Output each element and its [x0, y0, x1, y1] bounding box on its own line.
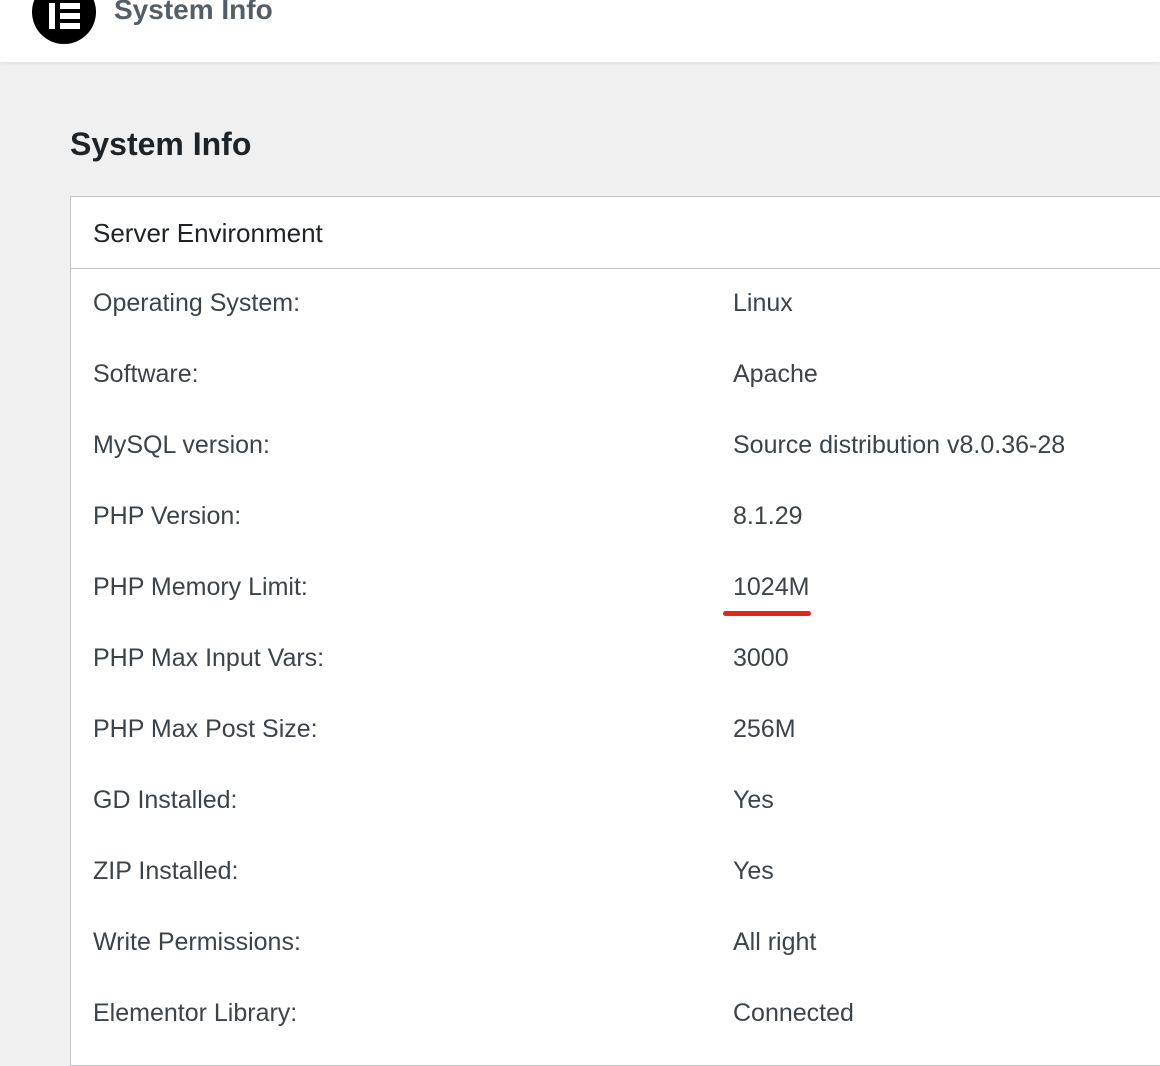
row-value: Yes	[733, 857, 774, 885]
row-value: Connected	[733, 999, 854, 1027]
server-environment-panel: Server Environment Operating System: Lin…	[70, 196, 1160, 1066]
table-row: Operating System: Linux	[71, 268, 1153, 339]
top-bar-title: System Info	[114, 0, 273, 25]
row-value: 3000	[733, 644, 789, 672]
row-value-cell: 1024M	[723, 552, 1153, 623]
page-title: System Info	[70, 126, 252, 162]
memory-limit-value-wrap: 1024M	[723, 573, 812, 616]
row-label: Elementor Library:	[93, 999, 298, 1027]
table-row: PHP Memory Limit: 1024M	[71, 552, 1153, 623]
row-value: Yes	[733, 786, 774, 814]
row-label: Software:	[93, 360, 199, 388]
row-value: 8.1.29	[733, 502, 803, 530]
row-label: PHP Max Post Size:	[93, 715, 318, 743]
row-value: All right	[733, 928, 817, 956]
row-value: Source distribution v8.0.36-28	[733, 431, 1066, 459]
table-row: Elementor Library: Connected	[71, 978, 1153, 1049]
row-label: ZIP Installed:	[93, 857, 239, 885]
table-row: Write Permissions: All right	[71, 907, 1153, 978]
server-info-table: Operating System: Linux Software: Apache…	[71, 268, 1153, 1049]
elementor-logo-icon	[32, 0, 96, 44]
memory-limit-value: 1024M	[733, 573, 810, 601]
table-row: ZIP Installed: Yes	[71, 836, 1153, 907]
row-label: GD Installed:	[93, 786, 238, 814]
row-label: PHP Memory Limit:	[93, 573, 308, 601]
row-label: Operating System:	[93, 289, 301, 317]
table-row: PHP Version: 8.1.29	[71, 481, 1153, 552]
table-row: Software: Apache	[71, 339, 1153, 410]
highlight-underline	[723, 611, 812, 616]
row-label: Write Permissions:	[93, 928, 301, 956]
table-row: GD Installed: Yes	[71, 765, 1153, 836]
table-row: PHP Max Input Vars: 3000	[71, 623, 1153, 694]
row-value: 256M	[733, 715, 796, 743]
panel-title: Server Environment	[71, 197, 1160, 269]
row-label: PHP Version:	[93, 502, 242, 530]
row-value: Apache	[733, 360, 818, 388]
top-bar: System Info	[0, 0, 1160, 62]
row-value: Linux	[733, 289, 793, 317]
table-row: MySQL version: Source distribution v8.0.…	[71, 410, 1153, 481]
row-label: MySQL version:	[93, 431, 270, 459]
row-label: PHP Max Input Vars:	[93, 644, 325, 672]
table-row: PHP Max Post Size: 256M	[71, 694, 1153, 765]
